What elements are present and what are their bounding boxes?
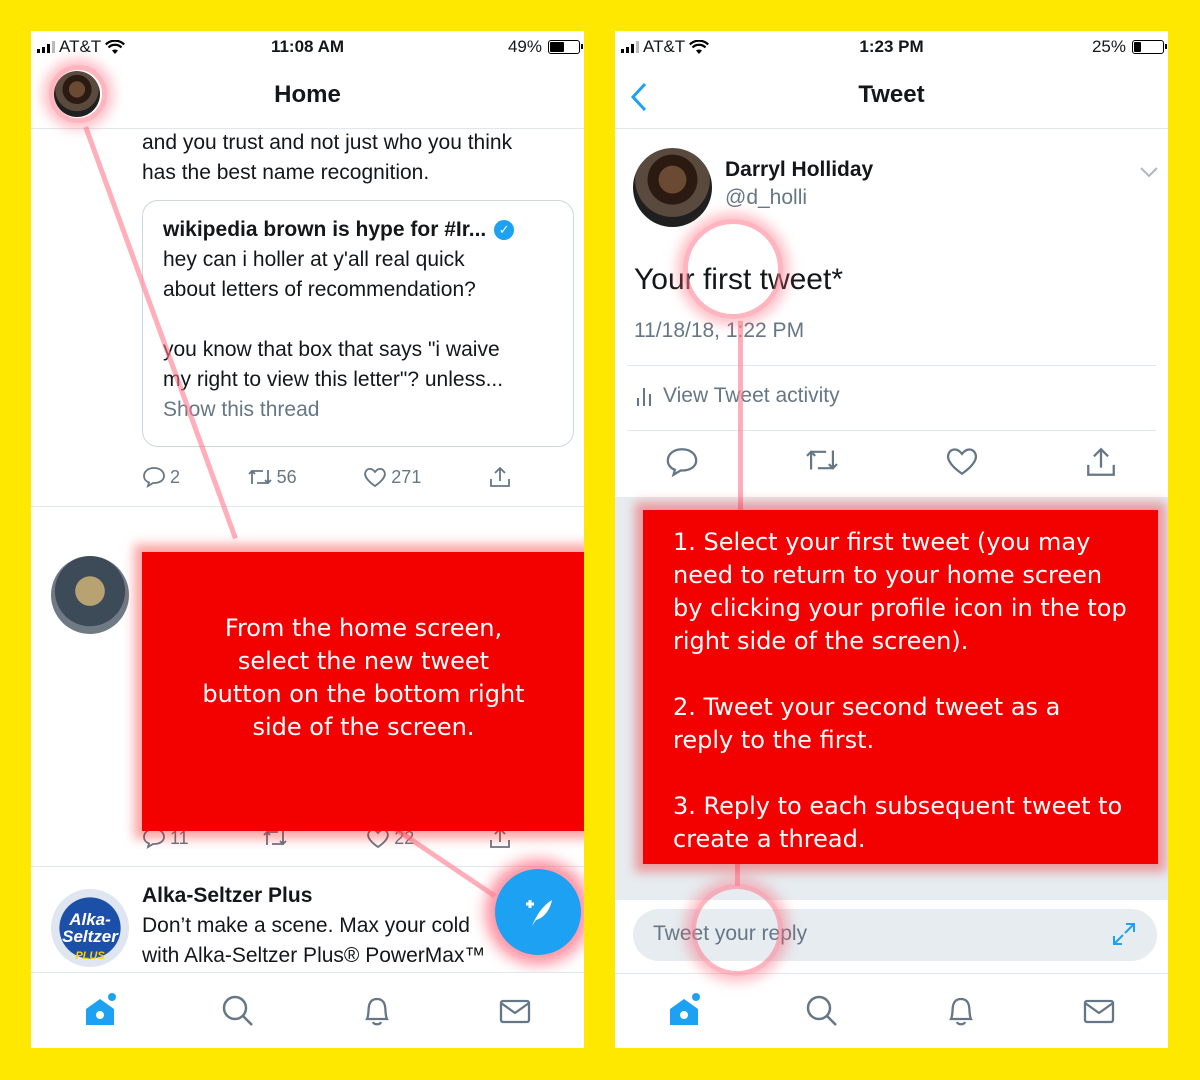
page-title: Home (274, 81, 341, 108)
battery-icon (1132, 40, 1167, 54)
instruction-step-1: 1. Select your first tweet (you may need… (673, 528, 1127, 655)
battery-percent: 49% (507, 37, 542, 56)
instruction-callout: 1. Select your first tweet (you may need… (643, 510, 1158, 864)
instruction-step-2: 2. Tweet your second tweet as a reply to… (673, 693, 1061, 754)
retweet-icon[interactable] (804, 445, 840, 475)
tab-home[interactable] (75, 986, 125, 1036)
tweet2-avatar[interactable] (51, 556, 129, 634)
tweet-timestamp: 11/18/18, 1:22 PM (634, 319, 805, 342)
tab-notifications[interactable] (352, 986, 402, 1036)
tab-notifications[interactable] (936, 986, 986, 1036)
chevron-down-icon[interactable] (1139, 165, 1159, 179)
battery-percent: 25% (1091, 37, 1126, 56)
search-icon (223, 995, 254, 1026)
quoted-text-line: you know that box that says "i waive (163, 338, 500, 361)
ad-logo-text: Seltzer (62, 927, 118, 946)
author-handle: @d_holli (725, 186, 808, 209)
ad-text-line: Don’t make a scene. Max your cold (142, 914, 470, 937)
instruction-step-3: 3. Reply to each subsequent tweet to cre… (673, 792, 1123, 853)
reply-count: 2 (170, 466, 181, 487)
share-icon (490, 466, 510, 487)
reply-highlight (691, 884, 783, 976)
quoted-text-line: my right to view this letter"? unless... (163, 368, 504, 391)
retweet-count: 56 (276, 466, 297, 487)
ad-text-line: with Alka-Seltzer Plus® PowerMax™ (142, 944, 486, 967)
bell-icon (364, 997, 389, 1025)
retweet-button[interactable]: 56 (247, 466, 297, 488)
instruction-callout: From the home screen, select the new twe… (142, 552, 584, 831)
activity-label: View Tweet activity (663, 384, 840, 407)
home-icon (86, 992, 117, 1025)
connector-line (738, 321, 743, 511)
tab-home[interactable] (659, 986, 709, 1036)
quoted-author-name: wikipedia brown is hype for #Ir... (163, 218, 487, 241)
battery: 49% (507, 37, 583, 57)
divider (31, 506, 584, 507)
search-icon (807, 995, 838, 1026)
divider (31, 866, 584, 867)
tweet-detail-actions (665, 445, 1118, 479)
share-button[interactable] (488, 465, 512, 489)
ad-tweet[interactable]: Alka-Seltzer Plus Don’t make a scene. Ma… (142, 881, 485, 971)
quoted-text-line: about letters of recommendation? (163, 278, 476, 301)
ad-avatar[interactable]: Alka- Seltzer PLUS (51, 889, 129, 967)
tab-search[interactable] (797, 986, 847, 1036)
reply-icon[interactable] (665, 445, 699, 479)
analytics-icon (637, 388, 651, 406)
like-count: 271 (391, 466, 422, 487)
like-button[interactable]: 271 (363, 466, 421, 488)
tab-bar (615, 973, 1168, 1048)
reply-icon (143, 467, 165, 488)
tweet-detail-screen: AT&T 1:23 PM 25% Tweet Darryl Holliday @… (615, 31, 1168, 1048)
battery: 25% (1091, 37, 1167, 57)
quoted-text-line: hey can i holler at y'all real quick (163, 248, 465, 271)
divider (627, 365, 1156, 366)
status-bar: AT&T 1:23 PM 25% (615, 31, 1168, 63)
home-screen: AT&T 11:08 AM 49% Home and you trust and… (31, 31, 584, 1048)
heart-icon[interactable] (945, 445, 979, 477)
ad-logo-text: Alka- (69, 910, 111, 929)
tab-bar (31, 972, 584, 1048)
instruction-text: From the home screen, select the new twe… (202, 614, 525, 741)
tweet-actions: 2 56 271 (142, 465, 512, 489)
nav-bar: Home (31, 63, 584, 129)
tweet-highlight (683, 219, 783, 319)
connector-line (735, 861, 740, 886)
divider (627, 430, 1156, 431)
ad-author: Alka-Seltzer Plus (142, 884, 313, 907)
tab-messages[interactable] (490, 986, 540, 1036)
retweet-icon (248, 469, 272, 485)
nav-bar: Tweet (615, 63, 1168, 129)
tweet-text-line: has the best name recognition. (142, 161, 430, 184)
status-bar: AT&T 11:08 AM 49% (31, 31, 584, 63)
new-tweet-button[interactable] (495, 869, 581, 955)
author-avatar[interactable] (633, 148, 712, 227)
bell-icon (948, 997, 973, 1026)
home-icon (670, 993, 701, 1025)
page-title: Tweet (858, 81, 925, 108)
clock: 11:08 AM (270, 37, 345, 56)
tab-messages[interactable] (1074, 986, 1124, 1036)
share-icon[interactable] (1084, 445, 1118, 479)
heart-icon (364, 467, 387, 488)
compose-icon (526, 900, 552, 926)
quoted-tweet-author: wikipedia brown is hype for #Ir... ✓ (163, 215, 553, 245)
tweet-text-line: and you trust and not just who you think (142, 131, 513, 154)
author-name[interactable]: Darryl Holliday (725, 158, 873, 182)
verified-icon: ✓ (494, 220, 515, 240)
ad-logo-text: PLUS (75, 950, 105, 962)
mail-icon (499, 999, 531, 1023)
reply-button[interactable]: 2 (142, 465, 180, 489)
tab-search[interactable] (213, 986, 263, 1036)
avatar-highlight (49, 65, 107, 123)
mail-icon (1083, 999, 1115, 1024)
battery-icon (548, 40, 583, 54)
tweet-text[interactable]: and you trust and not just who you think… (142, 128, 512, 188)
expand-icon[interactable] (1111, 921, 1137, 947)
show-thread-link[interactable]: Show this thread (163, 395, 553, 425)
quoted-tweet[interactable]: wikipedia brown is hype for #Ir... ✓ hey… (142, 200, 574, 447)
clock: 1:23 PM (859, 37, 924, 56)
